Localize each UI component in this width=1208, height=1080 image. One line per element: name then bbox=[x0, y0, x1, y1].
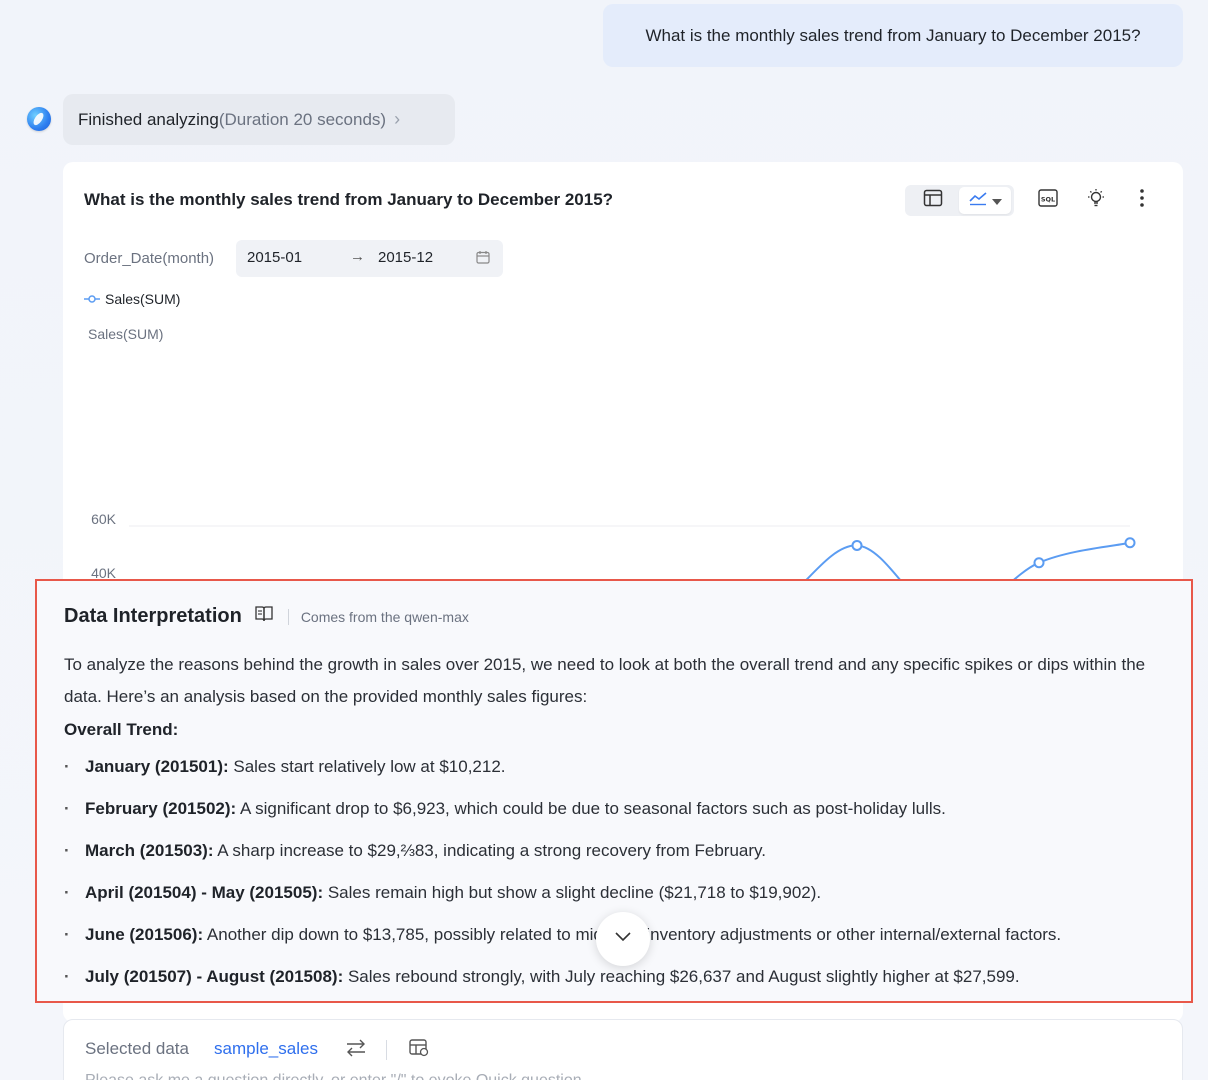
sql-button[interactable]: SQL bbox=[1033, 186, 1063, 216]
more-options-button[interactable] bbox=[1127, 186, 1157, 216]
list-item: March (201503): A sharp increase to $29,… bbox=[64, 833, 1174, 875]
lightbulb-icon bbox=[1086, 188, 1106, 213]
question-input[interactable]: Please ask me a question directly, or en… bbox=[85, 1072, 582, 1080]
card-toolbar: SQL bbox=[905, 185, 1144, 216]
selected-dataset-link[interactable]: sample_sales bbox=[214, 1039, 318, 1059]
list-item: January (201501): Sales start relatively… bbox=[64, 749, 1174, 791]
interpretation-intro: To analyze the reasons behind the growth… bbox=[64, 655, 1146, 706]
swap-icon[interactable] bbox=[345, 1038, 367, 1063]
calendar-icon bbox=[476, 250, 490, 268]
insight-button[interactable] bbox=[1081, 186, 1111, 216]
table-icon bbox=[923, 189, 943, 212]
view-toggle bbox=[905, 185, 1014, 216]
sql-icon: SQL bbox=[1038, 189, 1058, 212]
y-axis-label: Sales(SUM) bbox=[88, 326, 164, 342]
scroll-down-button[interactable] bbox=[596, 912, 650, 966]
selected-data-label: Selected data bbox=[85, 1039, 189, 1058]
chart-legend[interactable]: Sales(SUM) bbox=[84, 291, 180, 307]
question-input-area: Selected data sample_sales Please ask me… bbox=[63, 1019, 1183, 1080]
table-settings-icon[interactable] bbox=[408, 1038, 430, 1063]
status-duration: (Duration 20 seconds) bbox=[218, 109, 387, 129]
date-range-picker[interactable]: 2015-01 → 2015-12 bbox=[236, 240, 503, 277]
chevron-right-icon: › bbox=[394, 109, 401, 129]
status-label: Finished analyzing bbox=[78, 109, 219, 129]
divider bbox=[386, 1040, 387, 1060]
chart-view-button[interactable] bbox=[959, 187, 1011, 214]
overall-trend-heading: Overall Trend: bbox=[64, 720, 179, 739]
legend-line-marker-icon bbox=[84, 295, 100, 303]
svg-text:SQL: SQL bbox=[1041, 196, 1055, 204]
data-point bbox=[1124, 537, 1136, 549]
chevron-down-icon bbox=[613, 930, 633, 948]
date-range-start[interactable]: 2015-01 bbox=[247, 249, 302, 266]
card-title: What is the monthly sales trend from Jan… bbox=[84, 190, 614, 209]
interpretation-title: Data Interpretation bbox=[64, 605, 242, 627]
date-range-end[interactable]: 2015-12 bbox=[378, 249, 433, 266]
divider bbox=[287, 608, 289, 625]
list-item: February (201502): A significant drop to… bbox=[64, 791, 1174, 833]
interpretation-header: Data Interpretation Comes from the qwen-… bbox=[64, 605, 469, 628]
more-icon bbox=[1139, 188, 1145, 213]
table-view-button[interactable] bbox=[907, 187, 959, 214]
data-point bbox=[851, 539, 863, 551]
data-point bbox=[1033, 557, 1045, 569]
arrow-right-icon: → bbox=[350, 248, 365, 265]
interpretation-source: Comes from the qwen-max bbox=[300, 608, 469, 625]
book-icon[interactable] bbox=[254, 605, 274, 628]
legend-item: Sales(SUM) bbox=[105, 291, 181, 307]
line-chart-icon bbox=[968, 190, 988, 211]
chevron-down-icon bbox=[992, 192, 1002, 210]
user-message: What is the monthly sales trend from Jan… bbox=[603, 4, 1183, 67]
assistant-avatar bbox=[27, 107, 51, 131]
list-item: April (201504) - May (201505): Sales rem… bbox=[64, 875, 1174, 917]
y-tick-label: 60K bbox=[91, 511, 117, 527]
filter-label: Order_Date(month) bbox=[84, 250, 215, 267]
analysis-status-toggle[interactable]: Finished analyzing (Duration 20 seconds)… bbox=[63, 94, 455, 145]
